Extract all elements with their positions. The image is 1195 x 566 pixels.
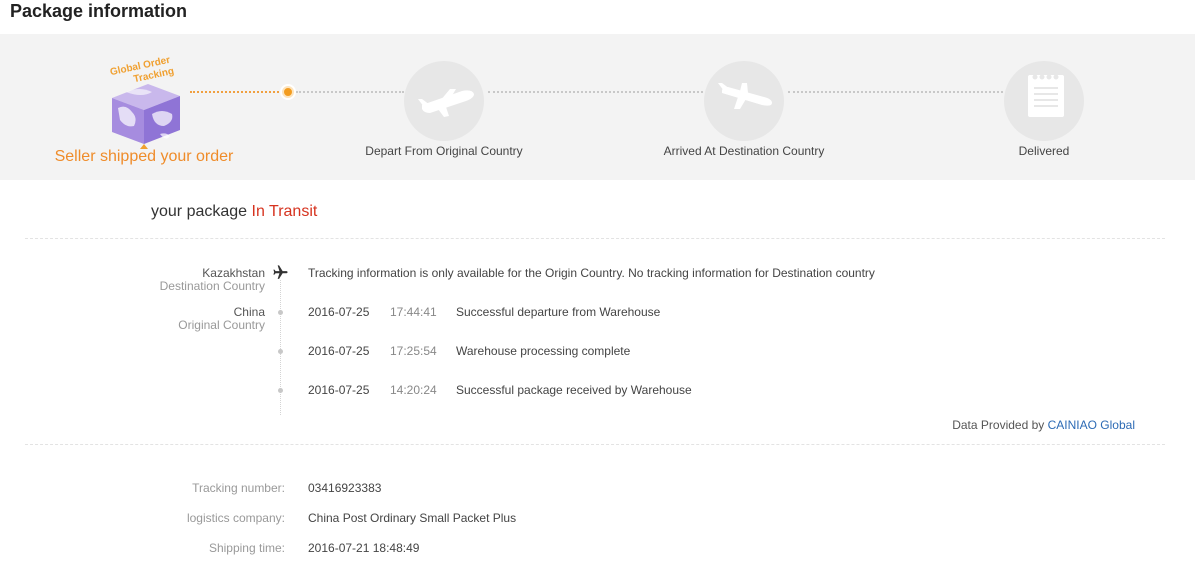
tracking-event: 2016-07-25 14:20:24 Successful package rec… <box>308 383 692 397</box>
tracking-event: Tracking information is only available f… <box>308 266 875 280</box>
timeline-dot <box>278 388 283 393</box>
progress-connector <box>296 91 404 93</box>
event-date: 2016-07-25 <box>308 383 370 397</box>
package-box-icon: Global Order Tracking <box>100 52 190 152</box>
origin-country: China Original Country <box>178 306 265 332</box>
event-text: Successful departure from Warehouse <box>456 305 661 319</box>
event-text: Tracking information is only available f… <box>308 266 875 280</box>
step-label-seller-shipped: Seller shipped your order <box>54 148 234 165</box>
origin-country-role: Original Country <box>178 318 265 332</box>
divider <box>25 238 1165 239</box>
progress-connector-active <box>190 91 282 93</box>
logistics-company-value: China Post Ordinary Small Packet Plus <box>308 511 517 525</box>
provider-link[interactable]: CAINIAO Global <box>1048 418 1135 432</box>
destination-country: Kazakhstan Destination Country <box>160 267 265 293</box>
step-label-arrived: Arrived At Destination Country <box>663 144 825 158</box>
shipping-time-value: 2016-07-21 18:48:49 <box>308 541 420 555</box>
page-title: Package information <box>10 1 188 21</box>
status-prefix: your package <box>151 203 248 220</box>
event-text: Successful package received by Warehouse <box>456 383 692 397</box>
step-label-delivered: Delivered <box>1018 144 1070 158</box>
logistics-company-label: logistics company: <box>186 511 285 525</box>
destination-country-role: Destination Country <box>159 279 265 293</box>
airplane-arrive-icon <box>704 61 784 141</box>
document-delivered-icon <box>1004 61 1084 141</box>
airplane-depart-icon <box>404 61 484 141</box>
package-status: your package In Transit <box>151 203 317 221</box>
airplane-icon <box>272 264 289 281</box>
progress-connector <box>788 91 1003 93</box>
event-text: Warehouse processing complete <box>456 344 631 358</box>
divider <box>25 444 1165 445</box>
status-value: In Transit <box>251 203 318 220</box>
tracking-number-label: Tracking number: <box>192 481 285 495</box>
tracking-progress-bar: Global Order Tracking Seller shipped you… <box>0 34 1195 180</box>
event-date: 2016-07-25 <box>308 305 370 319</box>
timeline-dot <box>278 310 283 315</box>
event-date: 2016-07-25 <box>308 344 370 358</box>
timeline-dot <box>278 349 283 354</box>
event-time: 17:44:41 <box>390 305 437 319</box>
provider-prefix: Data Provided by <box>952 418 1045 432</box>
step-label-depart: Depart From Original Country <box>365 144 523 158</box>
tracking-event: 2016-07-25 17:25:54 Warehouse processing c… <box>308 344 630 358</box>
timeline-line <box>280 280 281 415</box>
tracking-event: 2016-07-25 17:44:41 Successful departure f… <box>308 305 660 319</box>
progress-connector <box>488 91 703 93</box>
tracking-number-value: 03416923383 <box>308 481 382 495</box>
data-provider: Data Provided by CAINIAO Global <box>952 418 1135 432</box>
shipping-time-label: Shipping time: <box>208 541 285 555</box>
event-time: 17:25:54 <box>390 344 437 358</box>
current-progress-marker <box>282 86 294 98</box>
event-time: 14:20:24 <box>390 383 437 397</box>
